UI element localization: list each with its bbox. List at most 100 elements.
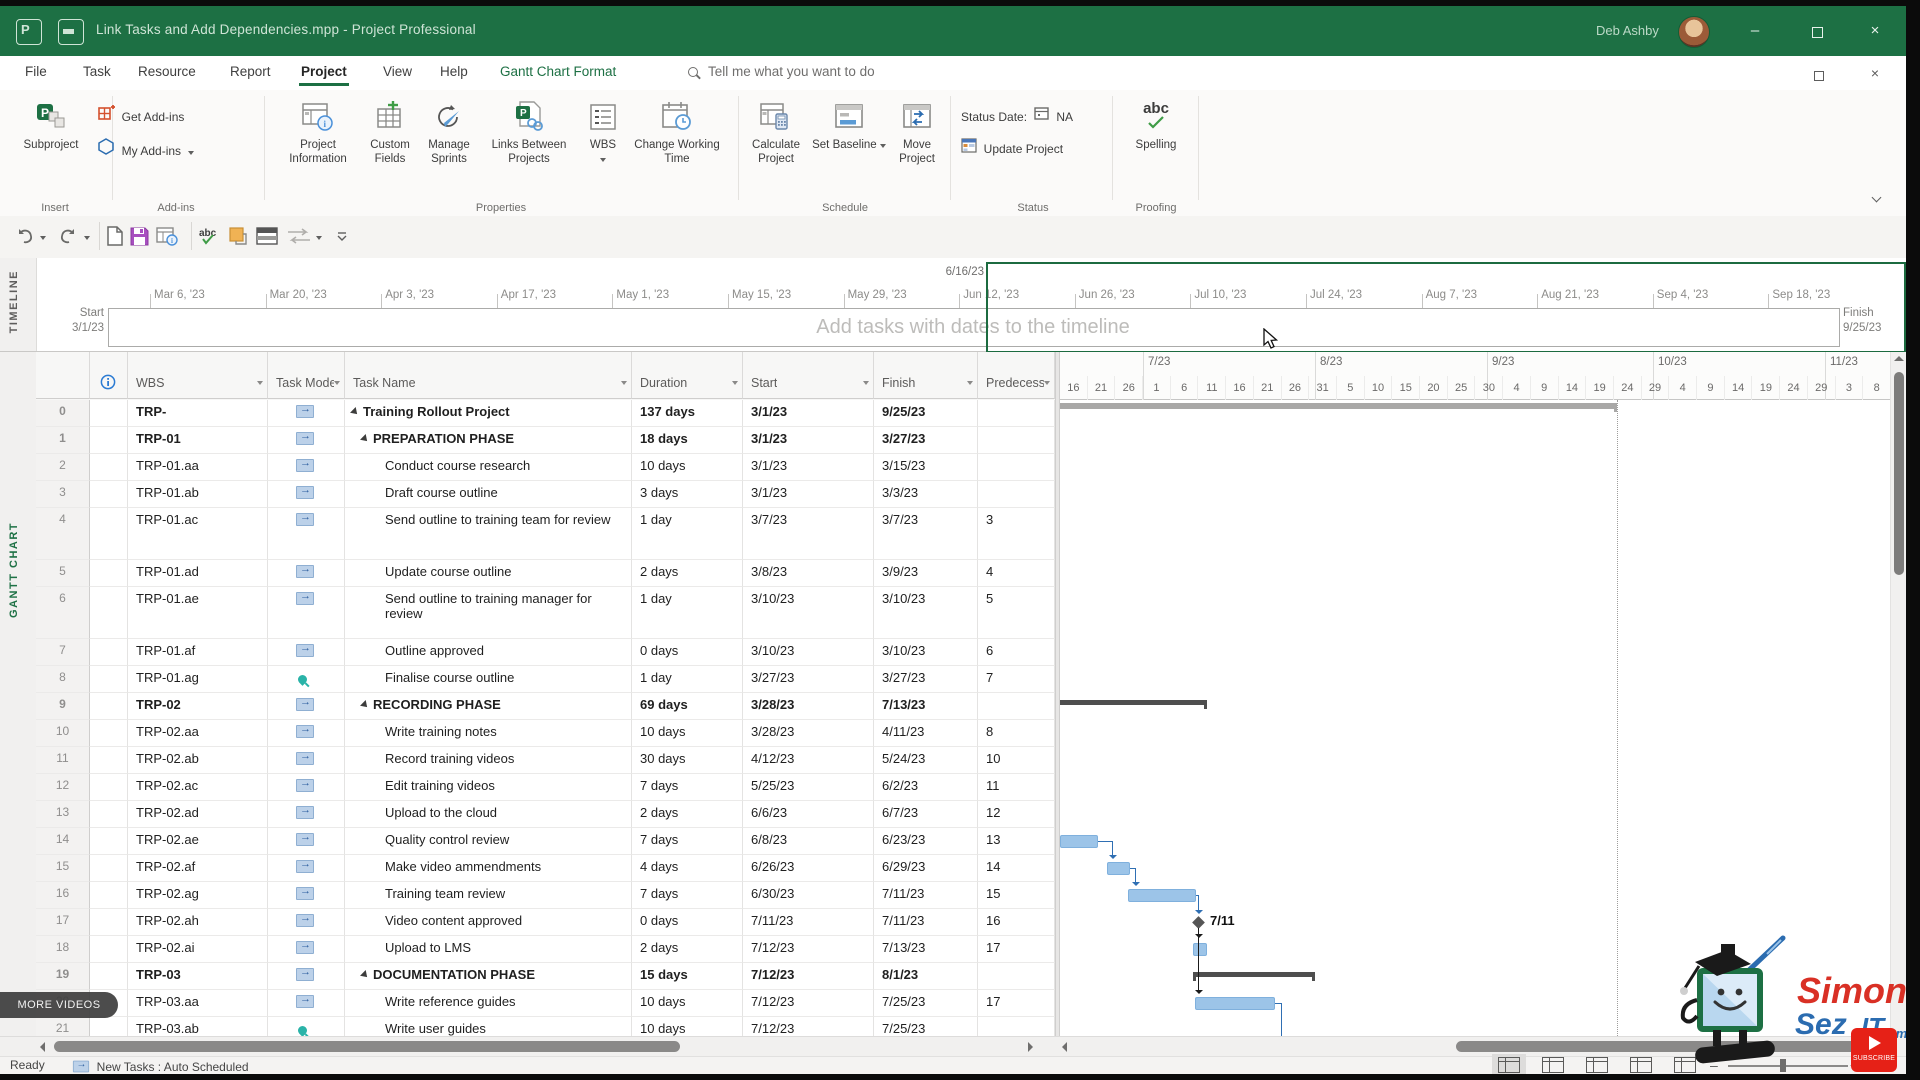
cell-wbs[interactable]: TRP-01.ag: [128, 666, 268, 693]
wbs-button[interactable]: WBS: [582, 94, 624, 194]
cell-mode[interactable]: [268, 454, 345, 481]
cell-info[interactable]: [90, 963, 128, 990]
cell-name[interactable]: Training team review: [345, 882, 632, 909]
cell-name[interactable]: Write user guides: [345, 1017, 632, 1036]
cell-start[interactable]: 3/7/23: [743, 508, 874, 560]
filter-dropdown-icon[interactable]: [621, 381, 627, 388]
cell-wbs[interactable]: TRP-02: [128, 693, 268, 720]
cell-name[interactable]: Send outline to training team for review: [345, 508, 632, 560]
cell-start[interactable]: 3/1/23: [743, 481, 874, 508]
cell-fin[interactable]: 3/15/23: [874, 454, 978, 481]
restore-button[interactable]: [1802, 20, 1832, 42]
cell-mode[interactable]: [268, 481, 345, 508]
cell-name[interactable]: Write training notes: [345, 720, 632, 747]
cell-num[interactable]: 6: [36, 587, 90, 639]
cell-dur[interactable]: 69 days: [632, 693, 743, 720]
format-painter-button[interactable]: [228, 224, 250, 248]
cell-name[interactable]: Record training videos: [345, 747, 632, 774]
cell-name[interactable]: Video content approved: [345, 909, 632, 936]
cell-fin[interactable]: 3/3/23: [874, 481, 978, 508]
menu-tab-task[interactable]: Task: [83, 64, 111, 79]
cell-wbs[interactable]: TRP-03.aa: [128, 990, 268, 1017]
cell-name[interactable]: Upload to LMS: [345, 936, 632, 963]
cell-pred[interactable]: 7: [978, 666, 1055, 693]
cell-pred[interactable]: 12: [978, 801, 1055, 828]
cell-info[interactable]: [90, 909, 128, 936]
cell-start[interactable]: 7/12/23: [743, 990, 874, 1017]
cell-info[interactable]: [90, 693, 128, 720]
cell-num[interactable]: 12: [36, 774, 90, 801]
qat-overflow-button[interactable]: [336, 224, 348, 248]
cell-wbs[interactable]: TRP-02.ae: [128, 828, 268, 855]
cell-fin[interactable]: 3/10/23: [874, 587, 978, 639]
menu-tab-resource[interactable]: Resource: [138, 64, 196, 79]
close-button[interactable]: ×: [1860, 20, 1890, 42]
cell-info[interactable]: [90, 427, 128, 454]
cell-fin[interactable]: 3/9/23: [874, 560, 978, 587]
cell-num[interactable]: 1: [36, 427, 90, 454]
cell-info[interactable]: [90, 747, 128, 774]
cell-num[interactable]: 9: [36, 693, 90, 720]
column-header-fin[interactable]: Finish: [874, 352, 978, 399]
cell-wbs[interactable]: TRP-02.ag: [128, 882, 268, 909]
cell-pred[interactable]: [978, 454, 1055, 481]
spelling-button[interactable]: abc Spelling: [1122, 94, 1190, 194]
column-header-name[interactable]: Task Name: [345, 352, 632, 399]
new-file-button[interactable]: [106, 224, 123, 248]
cell-wbs[interactable]: TRP-: [128, 400, 268, 427]
cell-mode[interactable]: [268, 747, 345, 774]
column-header-wbs[interactable]: WBS: [128, 352, 268, 399]
cell-fin[interactable]: 7/25/23: [874, 1017, 978, 1036]
column-header-dur[interactable]: Duration: [632, 352, 743, 399]
cell-wbs[interactable]: TRP-02.ac: [128, 774, 268, 801]
filter-dropdown-icon[interactable]: [257, 381, 263, 388]
view-task-usage-button[interactable]: [1536, 1054, 1570, 1076]
cell-dur[interactable]: 2 days: [632, 560, 743, 587]
gantt-task-bar[interactable]: [1195, 997, 1275, 1010]
cell-name[interactable]: Outline approved: [345, 639, 632, 666]
cell-pred[interactable]: 17: [978, 990, 1055, 1017]
cell-dur[interactable]: 10 days: [632, 720, 743, 747]
cell-fin[interactable]: 7/13/23: [874, 936, 978, 963]
cell-start[interactable]: 7/11/23: [743, 909, 874, 936]
project-information-button[interactable]: i Project Information: [276, 94, 360, 194]
cell-name[interactable]: Write reference guides: [345, 990, 632, 1017]
cell-info[interactable]: [90, 828, 128, 855]
table-scroll-right-arrow[interactable]: [1028, 1042, 1033, 1052]
layout-button[interactable]: [256, 224, 278, 248]
cell-name[interactable]: DOCUMENTATION PHASE: [345, 963, 632, 990]
cell-info[interactable]: [90, 508, 128, 560]
filter-dropdown-icon[interactable]: [334, 381, 340, 388]
subproject-button[interactable]: P Subproject: [18, 94, 84, 194]
cell-start[interactable]: 5/25/23: [743, 774, 874, 801]
view-gantt-button[interactable]: [1492, 1054, 1526, 1076]
link-tasks-button[interactable]: [286, 224, 312, 248]
cell-start[interactable]: 3/1/23: [743, 454, 874, 481]
link-tasks-dropdown[interactable]: [316, 224, 322, 248]
cell-pred[interactable]: 10: [978, 747, 1055, 774]
cell-mode[interactable]: [268, 666, 345, 693]
cell-name[interactable]: Draft course outline: [345, 481, 632, 508]
cell-fin[interactable]: 7/13/23: [874, 693, 978, 720]
save-icon[interactable]: [58, 19, 84, 45]
minimize-button[interactable]: –: [1740, 20, 1770, 42]
menu-tab-help[interactable]: Help: [440, 64, 468, 79]
cell-info[interactable]: [90, 774, 128, 801]
cell-fin[interactable]: 7/11/23: [874, 882, 978, 909]
doc-restore-button[interactable]: [1806, 62, 1832, 84]
cell-num[interactable]: 13: [36, 801, 90, 828]
cell-mode[interactable]: [268, 639, 345, 666]
collapse-triangle-icon[interactable]: [360, 434, 370, 444]
cell-start[interactable]: 7/12/23: [743, 1017, 874, 1036]
my-addins-button[interactable]: My Add-ins: [98, 138, 194, 158]
cell-num[interactable]: 2: [36, 454, 90, 481]
cell-mode[interactable]: [268, 1017, 345, 1036]
cell-dur[interactable]: 10 days: [632, 1017, 743, 1036]
cell-wbs[interactable]: TRP-03.ab: [128, 1017, 268, 1036]
table-scroll-thumb[interactable]: [54, 1041, 680, 1052]
undo-button[interactable]: [16, 224, 35, 248]
cell-pred[interactable]: [978, 400, 1055, 427]
cell-start[interactable]: 7/12/23: [743, 963, 874, 990]
cell-start[interactable]: 3/28/23: [743, 693, 874, 720]
cell-name[interactable]: Send outline to training manager for rev…: [345, 587, 632, 639]
